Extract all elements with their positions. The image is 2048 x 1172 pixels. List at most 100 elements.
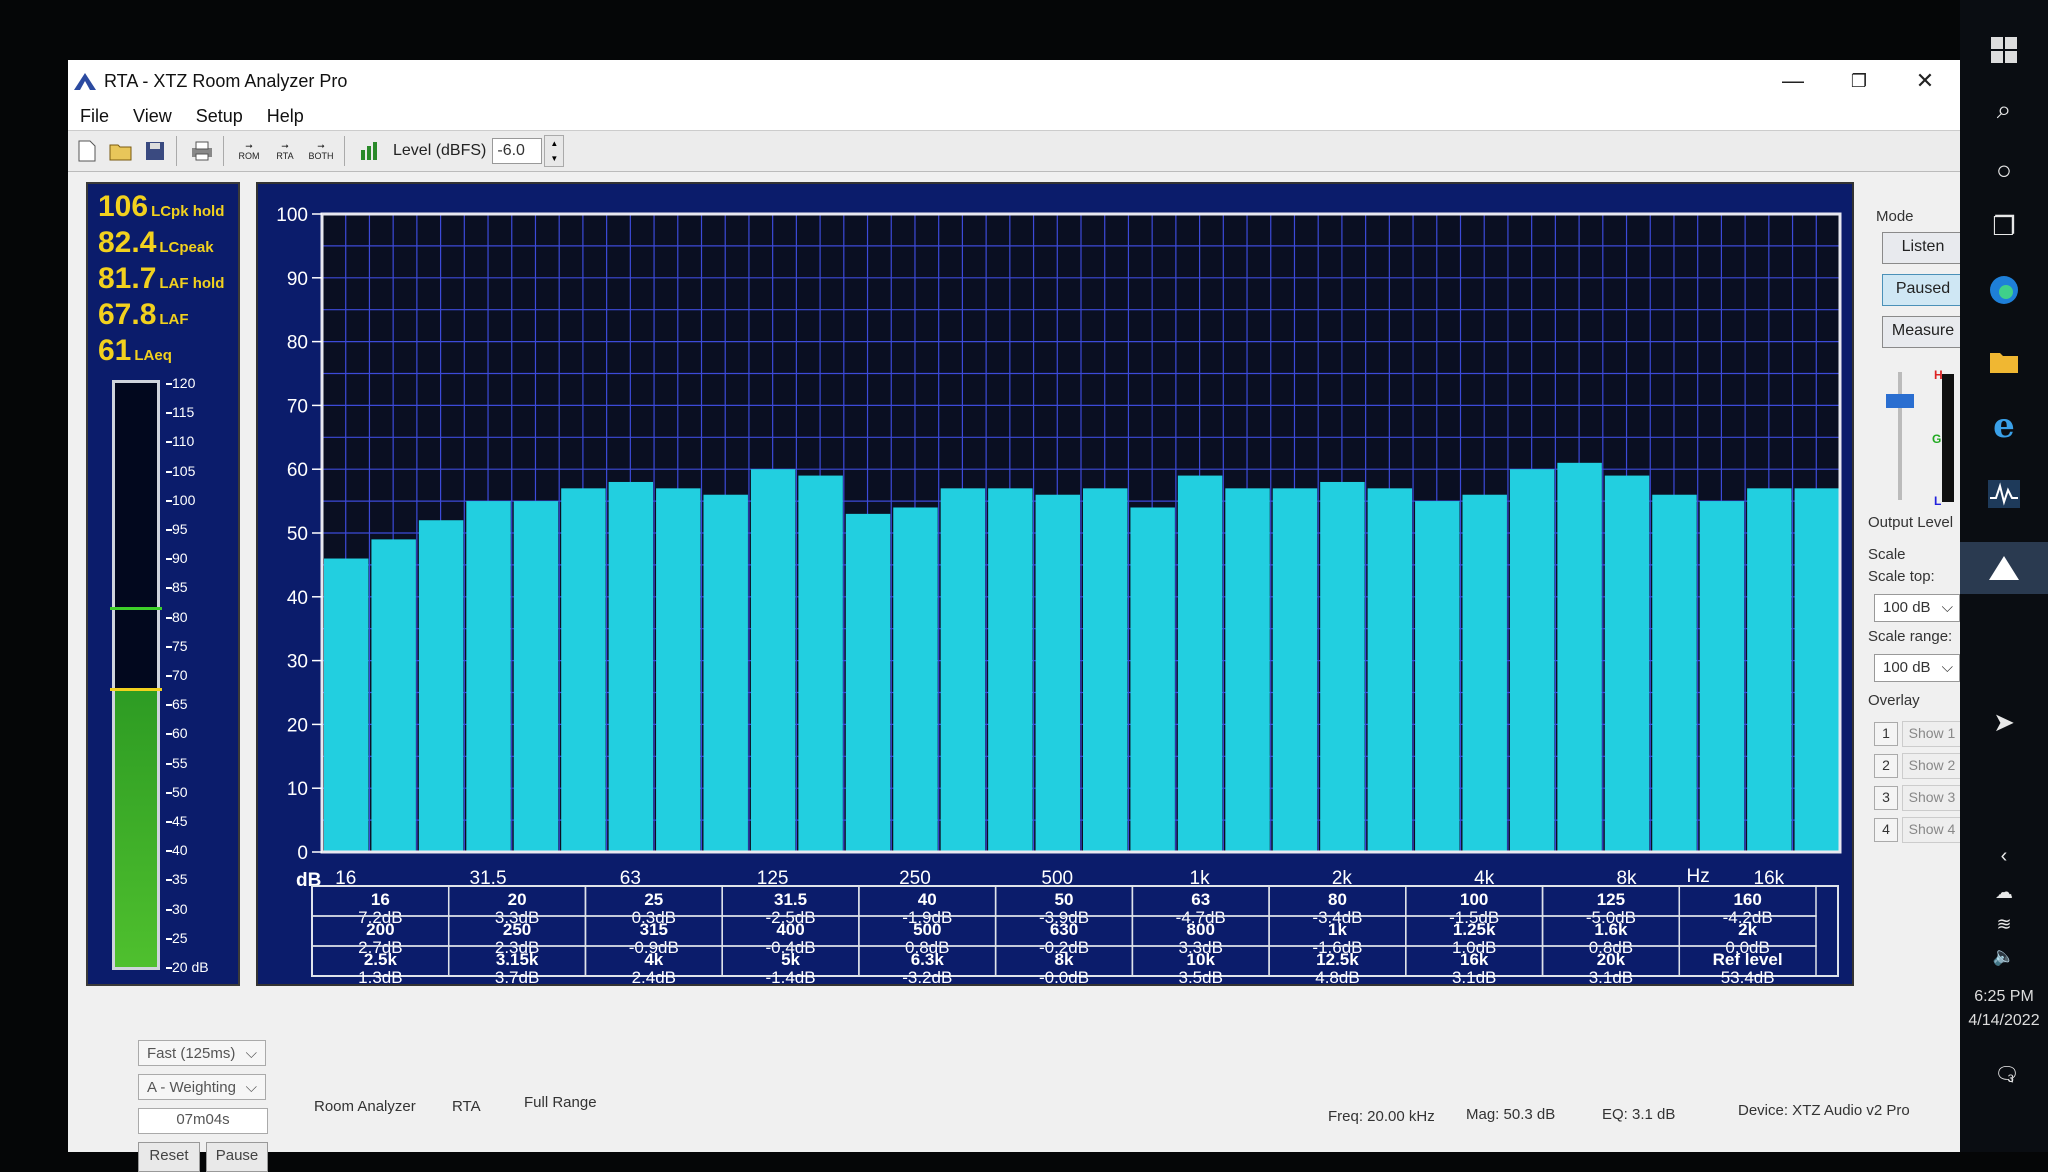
- toolbar: ➞ ROM ➞ RTA ➞ BOTH Level (dBFS) -6.0 ▲ ▼: [68, 130, 1960, 172]
- clock-time[interactable]: 6:25 PM: [1964, 988, 2044, 1006]
- response-select[interactable]: Fast (125ms) ⌵: [138, 1040, 266, 1066]
- overlay-2-toggle[interactable]: 2: [1874, 754, 1898, 778]
- reading-unit: LCpeak: [159, 239, 214, 256]
- y-tick-label: 70: [287, 396, 308, 417]
- file-explorer-icon[interactable]: [1980, 342, 2028, 382]
- scale-top-value: 100 dB: [1883, 599, 1931, 616]
- eq-band-frequency: 4k: [644, 950, 663, 969]
- analyzer-app-icon[interactable]: [1980, 474, 2028, 514]
- output-level-meter: [1942, 374, 1954, 502]
- clock-date[interactable]: 4/14/2022: [1964, 1012, 2044, 1030]
- show-2-button[interactable]: Show 2: [1902, 753, 1962, 779]
- tab-full-range[interactable]: Full Range: [524, 1094, 597, 1111]
- eq-band-frequency: 3.15k: [496, 950, 539, 969]
- level-input[interactable]: -6.0: [492, 138, 543, 164]
- windows-start-icon[interactable]: [1980, 30, 2028, 70]
- scale-range-select[interactable]: 100 dB ⌵: [1874, 654, 1960, 682]
- open-folder-icon[interactable]: [106, 136, 136, 166]
- level-scale-tick: 20 dB: [172, 959, 209, 975]
- eq-band-frequency: 200: [366, 920, 394, 939]
- rta-bar: [893, 507, 938, 852]
- search-icon[interactable]: ⌕: [1980, 90, 2028, 130]
- reading-unit: LAeq: [134, 347, 172, 364]
- both-label: BOTH: [308, 151, 334, 161]
- show-4-button[interactable]: Show 4: [1902, 817, 1962, 843]
- rta-bar: [1177, 475, 1223, 852]
- output-level-slider[interactable]: [1882, 372, 1918, 502]
- level-meter-icon[interactable]: [355, 136, 385, 166]
- spin-down-icon[interactable]: ▼: [550, 154, 558, 163]
- reading-laf: 67.8 LAF: [98, 298, 189, 332]
- rta-chart[interactable]: 0102030405060708090100dB 16 31.5 63 125 250 50…: [258, 184, 1852, 984]
- eq-band-frequency: 250: [503, 920, 531, 939]
- tab-rta[interactable]: RTA: [452, 1098, 481, 1115]
- notification-count: 3: [2007, 1073, 2014, 1085]
- volume-icon[interactable]: 🔈: [1980, 936, 2028, 976]
- measure-button[interactable]: Measure: [1882, 316, 1964, 348]
- level-scale-mark: [166, 733, 172, 736]
- edge-icon[interactable]: [1980, 270, 2028, 310]
- eq-band-frequency: Ref level: [1713, 950, 1783, 969]
- level-scale-mark: [166, 499, 172, 502]
- cortana-icon[interactable]: ○: [1980, 150, 2028, 190]
- y-tick-label: 20: [287, 715, 308, 736]
- chevron-down-icon: ⌵: [1941, 599, 1953, 616]
- level-scale-mark: [166, 529, 172, 531]
- overlay-3-toggle[interactable]: 3: [1874, 786, 1898, 810]
- internet-explorer-icon[interactable]: e: [1980, 406, 2028, 446]
- rom-button[interactable]: ➞ ROM: [232, 135, 266, 167]
- slider-thumb[interactable]: [1886, 394, 1914, 408]
- show-3-button[interactable]: Show 3: [1902, 785, 1962, 811]
- close-button[interactable]: ✕: [1892, 60, 1958, 102]
- menu-help[interactable]: Help: [255, 106, 316, 127]
- overlay-4-toggle[interactable]: 4: [1874, 818, 1898, 842]
- chevron-down-icon: ⌵: [1941, 659, 1953, 676]
- level-spinner[interactable]: ▲ ▼: [544, 135, 565, 167]
- overlay-1-toggle[interactable]: 1: [1874, 722, 1898, 746]
- spin-up-icon[interactable]: ▲: [550, 139, 558, 148]
- paused-button[interactable]: Paused: [1882, 274, 1964, 306]
- rta-bar: [1604, 475, 1650, 852]
- level-scale-mark: [166, 967, 172, 969]
- new-file-icon[interactable]: [72, 136, 102, 166]
- rta-bar: [324, 558, 369, 852]
- pause-button[interactable]: Pause: [206, 1142, 268, 1172]
- eq-band-frequency: 800: [1187, 920, 1215, 939]
- rta-bar: [608, 481, 654, 852]
- level-scale-tick: 115: [172, 404, 195, 421]
- rta-button[interactable]: ➞ RTA: [268, 135, 302, 167]
- y-tick-label: 60: [287, 460, 308, 481]
- xtz-taskbar-icon[interactable]: [1960, 542, 2048, 594]
- level-scale-tick: 35: [172, 871, 188, 888]
- menu-file[interactable]: File: [68, 106, 121, 127]
- menu-view[interactable]: View: [121, 106, 184, 127]
- reset-button[interactable]: Reset: [138, 1142, 200, 1172]
- save-icon[interactable]: [140, 136, 170, 166]
- listen-button[interactable]: Listen: [1882, 232, 1964, 264]
- scale-top-label: Scale top:: [1868, 568, 1935, 585]
- both-button[interactable]: ➞ BOTH: [304, 135, 338, 167]
- restore-button[interactable]: ❐: [1826, 60, 1892, 102]
- level-scale-tick: 105: [172, 462, 196, 479]
- eq-band-frequency: 500: [913, 920, 941, 939]
- minimize-button[interactable]: —: [1760, 60, 1826, 102]
- scale-top-select[interactable]: 100 dB ⌵: [1874, 594, 1960, 622]
- tab-room-analyzer[interactable]: Room Analyzer: [314, 1098, 416, 1115]
- eq-band-frequency: 31.5: [774, 890, 807, 909]
- print-icon[interactable]: [187, 136, 217, 166]
- show-1-button[interactable]: Show 1: [1902, 721, 1962, 747]
- level-scale-mark: [166, 441, 172, 444]
- chevron-left-icon[interactable]: ‹: [1980, 836, 2028, 876]
- eq-band-gain: 4.8dB: [1315, 968, 1359, 984]
- toolbar-separator: [344, 136, 345, 166]
- arrow-right-icon: ➞: [281, 141, 289, 151]
- level-scale-tick: 25: [172, 929, 188, 946]
- task-view-icon[interactable]: ❐: [1980, 206, 2028, 246]
- level-scale-mark: [166, 791, 172, 794]
- rta-bar: [750, 469, 796, 852]
- notifications-icon[interactable]: 🗨 3: [1980, 1054, 2028, 1094]
- eq-band-frequency: 40: [918, 890, 937, 909]
- spl-meter-panel: 106 LCpk hold 82.4 LCpeak 81.7 LAF hold 67.…: [86, 182, 240, 986]
- menu-setup[interactable]: Setup: [184, 106, 255, 127]
- rta-bar: [1083, 488, 1128, 852]
